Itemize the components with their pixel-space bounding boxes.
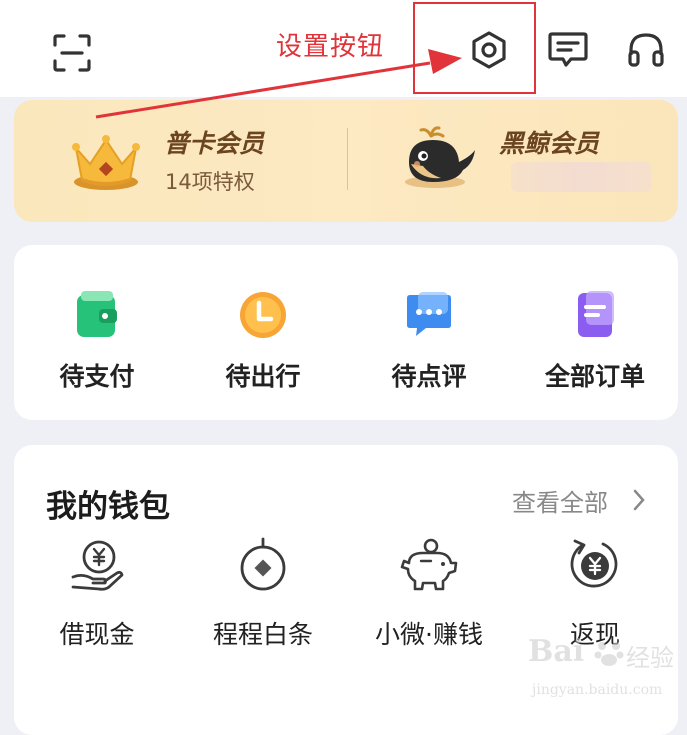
wallet-item-label: 借现金 [59,620,135,649]
whale-icon [405,126,475,188]
coin-circle-icon [240,537,286,591]
orders-card: 待支付 待出行 待点评 全部订单 [14,245,678,420]
headset-icon[interactable] [626,30,666,70]
wallet-title: 我的钱包 [46,489,170,525]
membership-basic[interactable]: 普卡会员 14项特权 [14,100,347,222]
membership-black[interactable]: 黑鲸会员 [347,100,678,222]
order-pending-review[interactable]: 待点评 [346,245,512,420]
wallet-credit[interactable]: 程程白条 [180,537,346,667]
annotation-label: 设置按钮 [276,32,385,62]
watermark: Bai 经验 jingyan.baidu.com [528,634,678,714]
crown-icon [72,135,140,190]
order-label: 待点评 [391,362,467,391]
watermark-brand: Bai [528,634,585,669]
top-bar: 设置按钮 [0,0,687,97]
watermark-url: jingyan.baidu.com [532,682,663,698]
chat-blue-icon [407,292,451,336]
order-label: 全部订单 [544,362,645,391]
annotation-box [413,2,536,94]
order-all[interactable]: 全部订单 [512,245,678,420]
piggy-bank-icon [400,538,458,591]
wallet-item-label: 小微·赚钱 [375,620,483,649]
membership-card[interactable]: 普卡会员 14项特权 黑鲸会员 [14,100,678,222]
order-pending-payment[interactable]: 待支付 [14,245,180,420]
membership-black-info-blurred [511,162,651,192]
wallet-earn[interactable]: 小微·赚钱 [346,537,512,667]
cashback-icon [570,539,618,588]
clock-orange-icon [240,292,286,338]
membership-basic-subtitle: 14项特权 [165,170,255,194]
wallet-green-icon [77,291,117,337]
wallet-borrow-cash[interactable]: 借现金 [14,537,180,667]
message-icon[interactable] [547,30,589,70]
membership-basic-title: 普卡会员 [164,129,265,158]
scan-icon[interactable] [52,33,92,73]
order-pending-travel[interactable]: 待出行 [180,245,346,420]
wallet-view-all[interactable]: 查看全部 [512,483,608,518]
wallet-item-label: 程程白条 [212,620,313,649]
membership-black-title: 黑鲸会员 [499,129,600,158]
watermark-suffix: 经验 [626,644,674,672]
paw-icon [594,642,624,666]
yuan-hand-icon [71,540,124,591]
document-purple-icon [578,291,614,337]
chevron-right-icon[interactable] [632,489,646,511]
order-label: 待支付 [59,362,135,391]
order-label: 待出行 [225,362,301,391]
